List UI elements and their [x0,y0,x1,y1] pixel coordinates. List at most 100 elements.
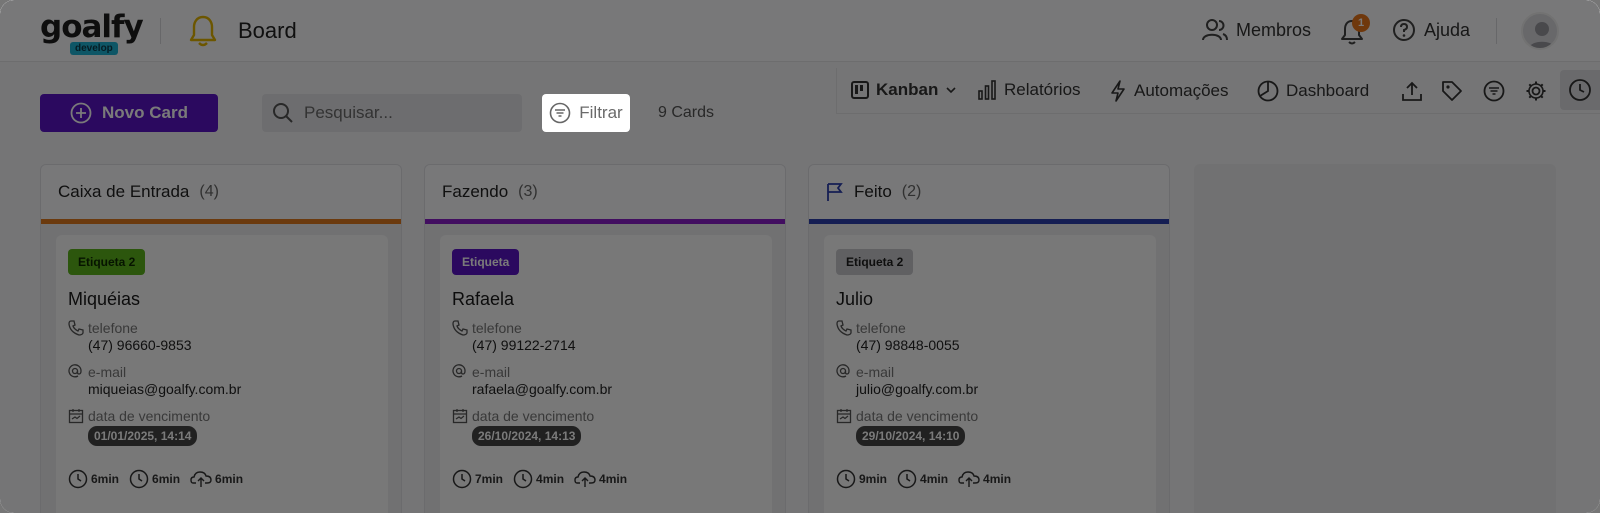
automations-label: Automações [1134,81,1229,100]
chevron-down-icon [946,87,956,94]
new-card-label: Novo Card [102,103,188,122]
email-label: e-mail [88,364,127,380]
kanban-icon [851,81,869,99]
clock-icon [129,469,149,489]
users-icon [1202,19,1228,41]
avatar[interactable] [1521,12,1559,50]
card-timers: 9min 4min 4min [836,469,1011,489]
phone-field: telefone (47) 98848-0055 [836,320,1144,354]
column-doing: Fazendo (3) Etiqueta Rafaela telefone (4… [424,164,786,513]
email-field: e-mail julio@goalfy.com.br [836,364,1144,398]
clock-icon [513,469,533,489]
upload-icon[interactable] [1401,80,1423,102]
card[interactable]: Etiqueta Rafaela telefone (47) 99122-271… [440,235,772,513]
search-icon [273,103,293,123]
column-count: (3) [518,183,538,200]
filter-circle-icon[interactable] [1483,80,1505,102]
phone-label: telefone [472,320,522,336]
timer-value: 4min [599,472,628,486]
gear-icon[interactable] [1525,80,1547,102]
cards-count: 9 Cards [658,104,715,121]
tag-icon[interactable] [1441,80,1463,102]
filter-button[interactable]: Filtrar [542,94,630,132]
card-title: Rafaela [452,289,515,309]
divider [160,18,161,44]
email-label: e-mail [472,364,511,380]
automations-view-button[interactable]: Automações [1109,80,1229,102]
new-card-button[interactable]: Novo Card [40,94,218,132]
page-title: Board [238,18,297,43]
clock-icon [897,469,917,489]
at-sign-icon [452,364,466,378]
column-color-bar [809,219,1169,224]
phone-icon [836,320,852,336]
column-color-bar [425,219,785,224]
card[interactable]: Etiqueta 2 Julio telefone (47) 98848-005… [824,235,1156,513]
logo[interactable]: goalfy develop [40,10,144,56]
at-sign-icon [836,364,850,378]
timer: 4min [574,469,627,489]
cloud-upload-icon [958,471,980,487]
timer-value: 7min [475,472,504,486]
cloud-upload-icon [574,471,596,487]
kanban-view-dropdown[interactable]: Kanban [851,80,957,100]
phone-icon [68,320,84,336]
timer: 7min [452,469,503,489]
empty-column-placeholder [1194,164,1556,513]
timer-value: 4min [920,472,949,486]
dashboard-view-button[interactable]: Dashboard [1257,80,1369,102]
help-icon [1393,19,1415,41]
due-date-label: data de vencimento [472,408,595,424]
phone-field: telefone (47) 99122-2714 [452,320,760,354]
filter-label: Filtrar [579,103,623,122]
column-header[interactable]: Fazendo (3) [425,165,785,219]
column-count: (4) [199,183,219,200]
card-tag: Etiqueta [452,249,520,275]
bar-chart-icon [978,80,996,100]
phone-value: (47) 96660-9853 [88,337,192,353]
column-color-bar [41,219,401,224]
environment-badge: develop [70,42,118,55]
email-value: julio@goalfy.com.br [856,381,979,397]
search-input[interactable] [304,103,504,123]
search-box[interactable] [262,94,522,132]
history-tab[interactable] [1560,70,1600,110]
due-date-label: data de vencimento [88,408,211,424]
user-avatar-icon [1528,22,1556,48]
due-date-field: data de vencimento 26/10/2024, 14:13 [452,408,760,446]
column-header[interactable]: Caixa de Entrada (4) [41,165,401,219]
phone-label: telefone [856,320,906,336]
card-tag: Etiqueta 2 [836,249,914,275]
notifications-button[interactable]: 1 [1340,14,1370,45]
due-date-label: data de vencimento [856,408,979,424]
timer: 4min [897,469,948,489]
card-tag: Etiqueta 2 [68,249,146,275]
reports-view-button[interactable]: Relatórios [977,80,1081,100]
reports-label: Relatórios [1004,80,1081,99]
at-sign-icon [68,364,82,378]
card-timers: 6min 6min 6min [68,469,243,489]
due-date-field: data de vencimento 01/01/2025, 14:14 [68,408,376,446]
timer-value: 4min [983,472,1012,486]
column-header[interactable]: Feito (2) [809,165,1169,219]
card[interactable]: Etiqueta 2 Miquéias telefone (47) 96660-… [56,235,388,513]
clock-icon [836,469,856,489]
email-label: e-mail [856,364,895,380]
help-label: Ajuda [1424,19,1471,40]
phone-label: telefone [88,320,138,336]
clock-icon [452,469,472,489]
column-title: Feito [854,182,892,201]
due-date-value: 26/10/2024, 14:13 [472,426,582,446]
bell-icon[interactable] [188,14,218,48]
due-date-value: 01/01/2025, 14:14 [88,426,198,446]
calendar-icon [68,409,84,424]
phone-icon [452,320,468,336]
due-date-field: data de vencimento 29/10/2024, 14:10 [836,408,1144,446]
timer-value: 6min [152,472,181,486]
help-button[interactable]: Ajuda [1392,18,1470,42]
top-header: goalfy develop Board Membros 1 Ajuda [0,0,1600,62]
app-window: goalfy develop Board Membros 1 Ajuda Nov… [0,0,1600,513]
phone-value: (47) 99122-2714 [472,337,576,353]
email-field: e-mail miqueias@goalfy.com.br [68,364,376,398]
members-button[interactable]: Membros [1202,18,1311,42]
